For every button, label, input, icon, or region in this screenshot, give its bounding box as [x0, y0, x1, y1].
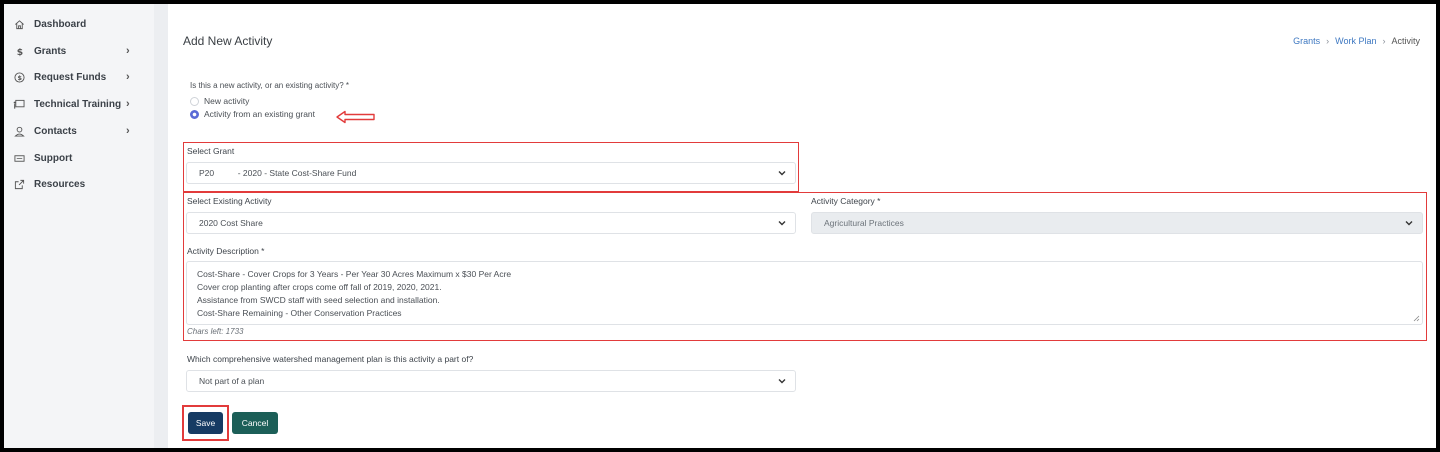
select-grant-label: Select Grant: [187, 146, 235, 156]
chevron-right-icon: ›: [1326, 36, 1330, 46]
breadcrumb-work-plan[interactable]: Work Plan: [1335, 36, 1376, 46]
watershed-plan-label: Which comprehensive watershed management…: [187, 354, 474, 364]
sidebar-item-label: Contacts: [34, 125, 77, 137]
chevron-down-icon: [778, 379, 786, 384]
chevron-right-icon: ›: [126, 125, 130, 137]
breadcrumb-activity: Activity: [1391, 36, 1420, 46]
radio-new-activity[interactable]: New activity: [190, 96, 249, 106]
chevron-right-icon: ›: [1382, 36, 1386, 46]
select-existing-activity-value: 2020 Cost Share: [199, 218, 263, 228]
sidebar-item-label: Request Funds: [34, 71, 107, 83]
sidebar-item-label: Resources: [34, 178, 86, 190]
sidebar-item-request-funds[interactable]: $ Request Funds ›: [4, 67, 154, 87]
breadcrumb: Grants › Work Plan › Activity: [1293, 36, 1420, 46]
ticket-icon: [4, 153, 34, 164]
breadcrumb-grants[interactable]: Grants: [1293, 36, 1320, 46]
chevron-right-icon: ›: [126, 45, 130, 57]
sidebar-item-grants[interactable]: $ Grants ›: [4, 41, 154, 61]
sidebar-item-label: Grants: [34, 45, 67, 57]
radio-label: New activity: [204, 96, 250, 106]
svg-text:$: $: [17, 73, 22, 81]
presentation-icon: [4, 99, 34, 110]
description-line: Cost-Share - Cover Crops for 3 Years - P…: [197, 269, 512, 279]
description-line: Cover crop planting after crops come off…: [197, 282, 442, 292]
sidebar-divider: [154, 4, 168, 448]
home-icon: [4, 19, 34, 30]
sidebar-item-label: Support: [34, 152, 73, 164]
activity-type-question: Is this a new activity, or an existing a…: [190, 81, 350, 90]
sidebar-item-contacts[interactable]: Contacts ›: [4, 121, 154, 141]
sidebar-item-dashboard[interactable]: Dashboard: [4, 14, 154, 34]
page-title: Add New Activity: [183, 34, 273, 48]
chevron-right-icon: ›: [126, 71, 130, 83]
activity-category-dropdown: Agricultural Practices: [811, 212, 1423, 234]
app-frame: Dashboard $ Grants › $ Request Funds › T…: [4, 4, 1436, 448]
save-button[interactable]: Save: [188, 412, 223, 434]
activity-description-textarea[interactable]: Cost-Share - Cover Crops for 3 Years - P…: [186, 261, 1423, 325]
description-line: Assistance from SWCD staff with seed sel…: [197, 295, 440, 305]
select-grant-value: P20 - 2020 - State Cost-Share Fund: [199, 168, 357, 178]
activity-category-label: Activity Category *: [811, 196, 881, 206]
chevron-down-icon: [1405, 221, 1413, 226]
description-line: Cost-Share Remaining - Other Conservatio…: [197, 308, 402, 318]
resize-handle-icon[interactable]: [1413, 315, 1420, 322]
select-existing-activity-label: Select Existing Activity: [187, 196, 272, 206]
chevron-right-icon: ›: [126, 98, 130, 110]
watershed-plan-dropdown[interactable]: Not part of a plan: [186, 370, 796, 392]
sidebar-item-support[interactable]: Support: [4, 148, 154, 168]
radio-existing-grant[interactable]: Activity from an existing grant: [190, 109, 315, 119]
select-existing-activity-dropdown[interactable]: 2020 Cost Share: [186, 212, 796, 234]
chevron-down-icon: [778, 221, 786, 226]
sidebar: Dashboard $ Grants › $ Request Funds › T…: [4, 4, 154, 448]
cancel-button[interactable]: Cancel: [232, 412, 278, 434]
svg-text:$: $: [16, 47, 22, 57]
sidebar-item-label: Technical Training: [34, 98, 122, 110]
radio-label: Activity from an existing grant: [204, 109, 316, 119]
radio-button-selected[interactable]: [190, 109, 199, 119]
radio-button[interactable]: [190, 96, 199, 106]
coin-icon: $: [4, 71, 34, 83]
activity-description-label: Activity Description *: [187, 246, 265, 256]
dollar-icon: $: [4, 46, 34, 57]
sidebar-item-technical-training[interactable]: Technical Training ›: [4, 94, 154, 114]
external-link-icon: [4, 179, 34, 190]
select-grant-dropdown[interactable]: P20 - 2020 - State Cost-Share Fund: [186, 162, 796, 184]
person-icon: [4, 126, 34, 137]
sidebar-item-resources[interactable]: Resources: [4, 174, 154, 194]
chars-left-counter: Chars left: 1733: [187, 327, 244, 336]
annotation-arrow-icon: [336, 110, 375, 124]
activity-category-value: Agricultural Practices: [824, 218, 904, 228]
chevron-down-icon: [778, 171, 786, 176]
main-content: Add New Activity Grants › Work Plan › Ac…: [168, 4, 1436, 448]
sidebar-item-label: Dashboard: [34, 18, 87, 30]
watershed-plan-value: Not part of a plan: [199, 376, 265, 386]
